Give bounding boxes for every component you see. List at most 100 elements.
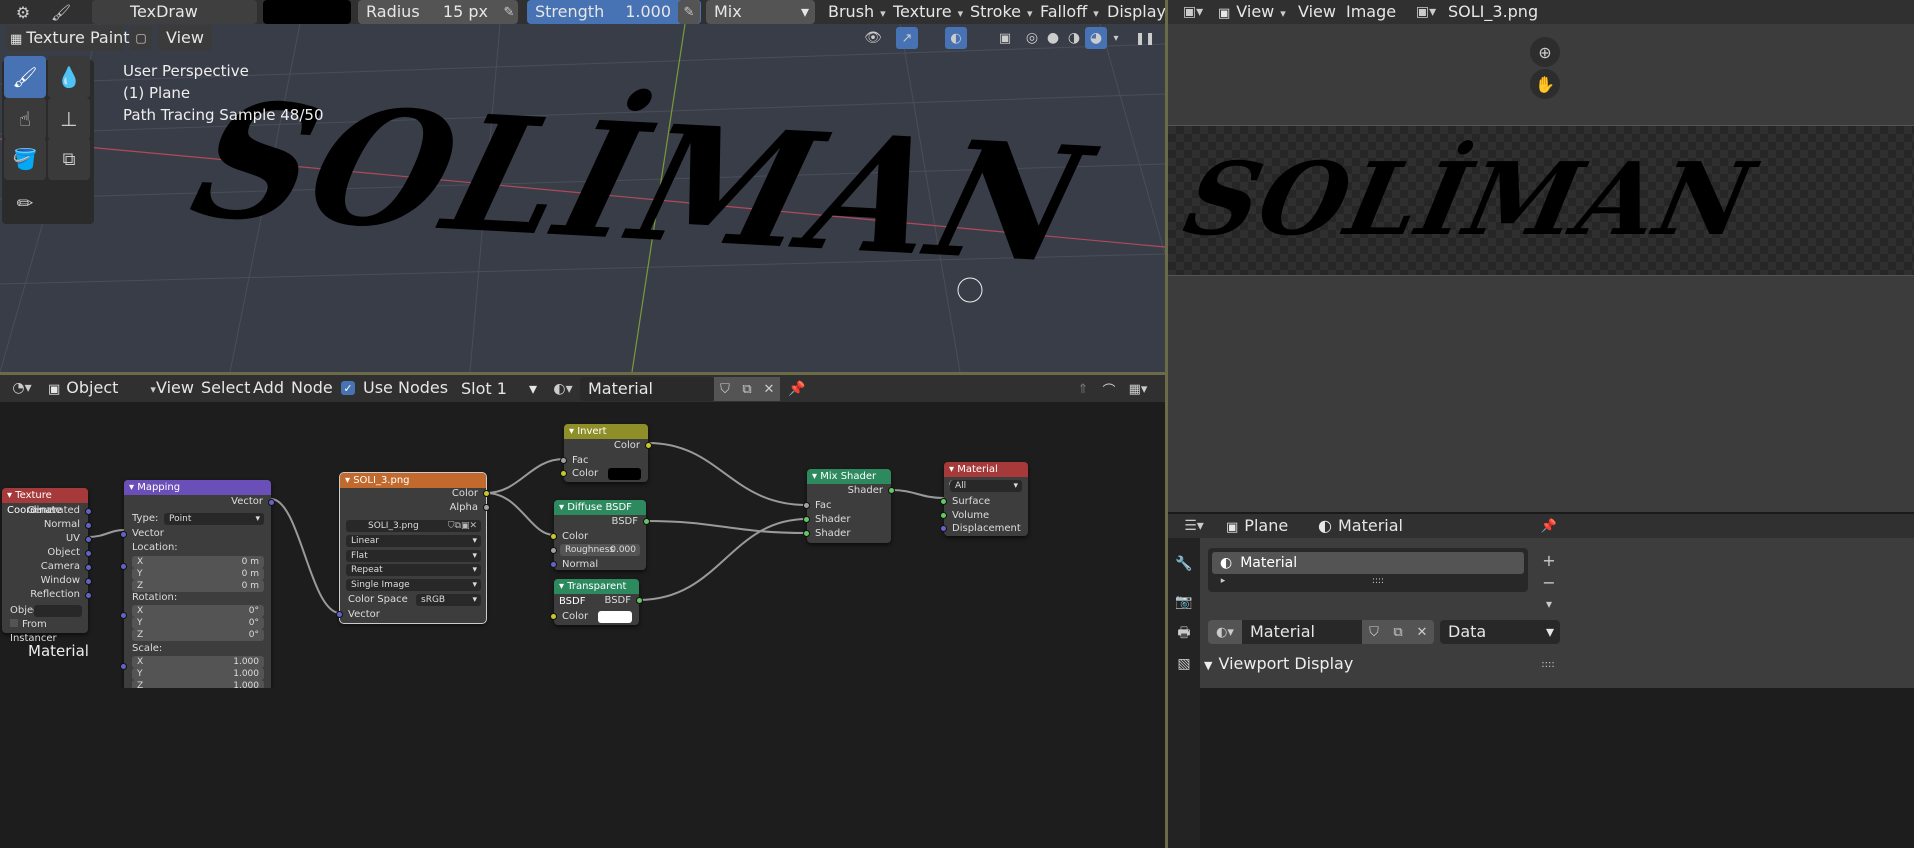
strength-pressure-icon[interactable]: ✎ [678, 0, 700, 24]
socket[interactable] [336, 611, 343, 618]
pan-hand-icon[interactable]: ✋ [1530, 69, 1560, 99]
menu-falloff[interactable]: Falloff ▾ [1040, 0, 1099, 25]
interpolation-dropdown[interactable]: Linear ▾ [346, 535, 481, 547]
invert-color-swatch[interactable] [608, 468, 641, 480]
socket[interactable] [940, 525, 947, 532]
image-editor-canvas[interactable]: SOLİMAN ⊕ ✋ [1168, 24, 1914, 512]
rotation-x[interactable]: X 0° [132, 605, 264, 617]
unlink-material-icon[interactable]: ✕ [758, 377, 780, 401]
link-dropdown[interactable]: Data ▾ [1440, 620, 1560, 644]
tool-tab-icon[interactable]: 🔧 [1172, 552, 1196, 576]
node-mapping[interactable]: ▾ Mapping Vector Type: Point ▾ Vector Loc… [120, 480, 275, 688]
socket[interactable] [483, 504, 490, 511]
view-layer-tab-icon[interactable]: ▧ [1172, 652, 1196, 676]
node-transparent-bsdf[interactable]: ▾ Transparent BSDF BSDF Color [550, 579, 643, 625]
duplicate-material-icon[interactable]: ⧉ [736, 377, 758, 401]
draw-tool-icon[interactable]: 🖌 [4, 56, 46, 98]
image-editor-view-dropdown[interactable]: ▣ View ▾ [1218, 0, 1286, 25]
menu-brush[interactable]: Brush ▾ [828, 0, 886, 25]
smear-tool-icon[interactable]: ☝ [4, 98, 46, 140]
node-header[interactable]: ▾ Diffuse BSDF [554, 500, 646, 515]
extension-dropdown[interactable]: Repeat ▾ [346, 564, 481, 576]
rendered-shading-icon[interactable]: ◕ [1085, 27, 1107, 49]
slot-dropdown[interactable]: Slot 1 ▾ [453, 377, 543, 401]
source-dropdown[interactable]: Single Image ▾ [346, 579, 481, 591]
image-editor-type-icon[interactable]: ▣▾ [1176, 0, 1210, 24]
material-fake-user-icon[interactable]: ⛉ [1362, 620, 1386, 644]
viewport-view-menu[interactable]: View [158, 25, 212, 51]
editor-type-icon[interactable]: ⚙ [6, 0, 40, 24]
socket[interactable] [550, 547, 557, 554]
type-dropdown[interactable]: Point ▾ [164, 513, 264, 525]
socket[interactable] [120, 563, 127, 570]
socket[interactable] [643, 518, 650, 525]
target-dropdown[interactable]: All ▾ [950, 480, 1022, 492]
mask-tool-icon[interactable]: ⧉ [48, 138, 90, 180]
socket[interactable] [940, 498, 947, 505]
render-tab-icon[interactable]: 📷 [1172, 590, 1196, 614]
clone-tool-icon[interactable]: ⊥ [48, 98, 90, 140]
scale-y[interactable]: Y 1.000 [132, 668, 264, 680]
parent-node-tree-icon[interactable]: ⇑ [1072, 377, 1094, 401]
socket[interactable] [85, 550, 92, 557]
location-x[interactable]: X0 m [132, 556, 264, 568]
image-browse-icon[interactable]: ▣▾ [1410, 0, 1442, 24]
slots-icon[interactable]: ▢ [130, 26, 152, 50]
menu-stroke[interactable]: Stroke ▾ [970, 0, 1033, 25]
node-mix-shader[interactable]: ▾ Mix Shader Shader Fac Shader Shader [803, 469, 895, 543]
socket[interactable] [85, 564, 92, 571]
brush-name-field[interactable]: TexDraw [92, 0, 257, 24]
material-unlink-icon[interactable]: ✕ [1410, 620, 1434, 644]
viewport-display-panel[interactable]: ▼ Viewport Display [1204, 652, 1564, 676]
node-diffuse-bsdf[interactable]: ▾ Diffuse BSDF BSDF Color Roughness 0.000… [550, 500, 650, 570]
socket[interactable] [645, 442, 652, 449]
annotate-tool-icon[interactable]: ✏ [4, 182, 46, 224]
node-header[interactable]: ▾ SOLI_3.png [340, 473, 486, 488]
soften-tool-icon[interactable]: 💧 [48, 56, 90, 98]
socket[interactable] [560, 457, 567, 464]
node-image-texture[interactable]: ▾ SOLI_3.png Color Alpha SOLI_3.png ⛉⧉▣✕ … [336, 472, 490, 624]
socket[interactable] [803, 502, 810, 509]
node-header[interactable]: ▾ Material Output [944, 462, 1028, 490]
pause-render-icon[interactable]: ❚❚ [1134, 27, 1156, 49]
node-menu-select[interactable]: Select [201, 374, 250, 402]
list-resize-handle-icon[interactable]: :::: [1368, 574, 1388, 588]
socket[interactable] [803, 530, 810, 537]
gizmo-icon[interactable]: ↗ [896, 27, 918, 49]
projection-dropdown[interactable]: Flat ▾ [346, 550, 481, 562]
shader-type-dropdown[interactable]: ▣ Object ▾ [48, 375, 156, 401]
radius-slider[interactable]: Radius 15 px [358, 0, 518, 24]
socket[interactable] [550, 561, 557, 568]
material-slot-item[interactable]: ◐ Material [1212, 552, 1524, 574]
use-nodes-checkbox[interactable]: ✓ [341, 381, 355, 395]
pin-icon[interactable]: 📌 [786, 377, 808, 401]
list-expand-icon[interactable]: ▸ [1216, 574, 1230, 588]
snap-grid-icon[interactable]: ▦▾ [1122, 377, 1154, 401]
node-header[interactable]: ▾ Mapping [124, 480, 271, 495]
node-editor-type-icon[interactable]: ◔▾ [6, 376, 38, 400]
rotation-y[interactable]: Y 0° [132, 617, 264, 629]
output-tab-icon[interactable]: 🖶 [1172, 622, 1196, 646]
strength-slider[interactable]: Strength 1.000 [527, 0, 701, 24]
material-shading-icon[interactable]: ◑ [1064, 27, 1084, 49]
socket[interactable] [550, 613, 557, 620]
node-material-output[interactable]: ▾ Material Output All▾ Surface Volume Di… [940, 462, 1028, 536]
snap-icon[interactable]: ⌒ [1098, 377, 1120, 401]
material-name-field[interactable]: Material [580, 377, 714, 401]
solid-shading-icon[interactable]: ● [1043, 27, 1063, 49]
fake-user-icon[interactable]: ⛉ [714, 377, 736, 401]
visibility-icon[interactable]: 👁 [858, 27, 888, 49]
object-picker[interactable] [34, 605, 82, 617]
location-y[interactable]: Y0 m [132, 568, 264, 580]
socket[interactable] [803, 516, 810, 523]
from-instancer-checkbox[interactable]: From Instancer [2, 618, 88, 644]
wireframe-shading-icon[interactable]: ◎ [1022, 27, 1042, 49]
socket[interactable] [120, 612, 127, 619]
socket[interactable] [85, 522, 92, 529]
socket[interactable] [550, 533, 557, 540]
pressure-icon[interactable]: ✎ [498, 0, 520, 24]
node-menu-node[interactable]: Node [291, 374, 333, 402]
material-datablock-field[interactable]: Material [1242, 620, 1362, 644]
node-header[interactable]: ▾ Transparent BSDF [554, 579, 639, 607]
scale-x[interactable]: X 1.000 [132, 656, 264, 668]
